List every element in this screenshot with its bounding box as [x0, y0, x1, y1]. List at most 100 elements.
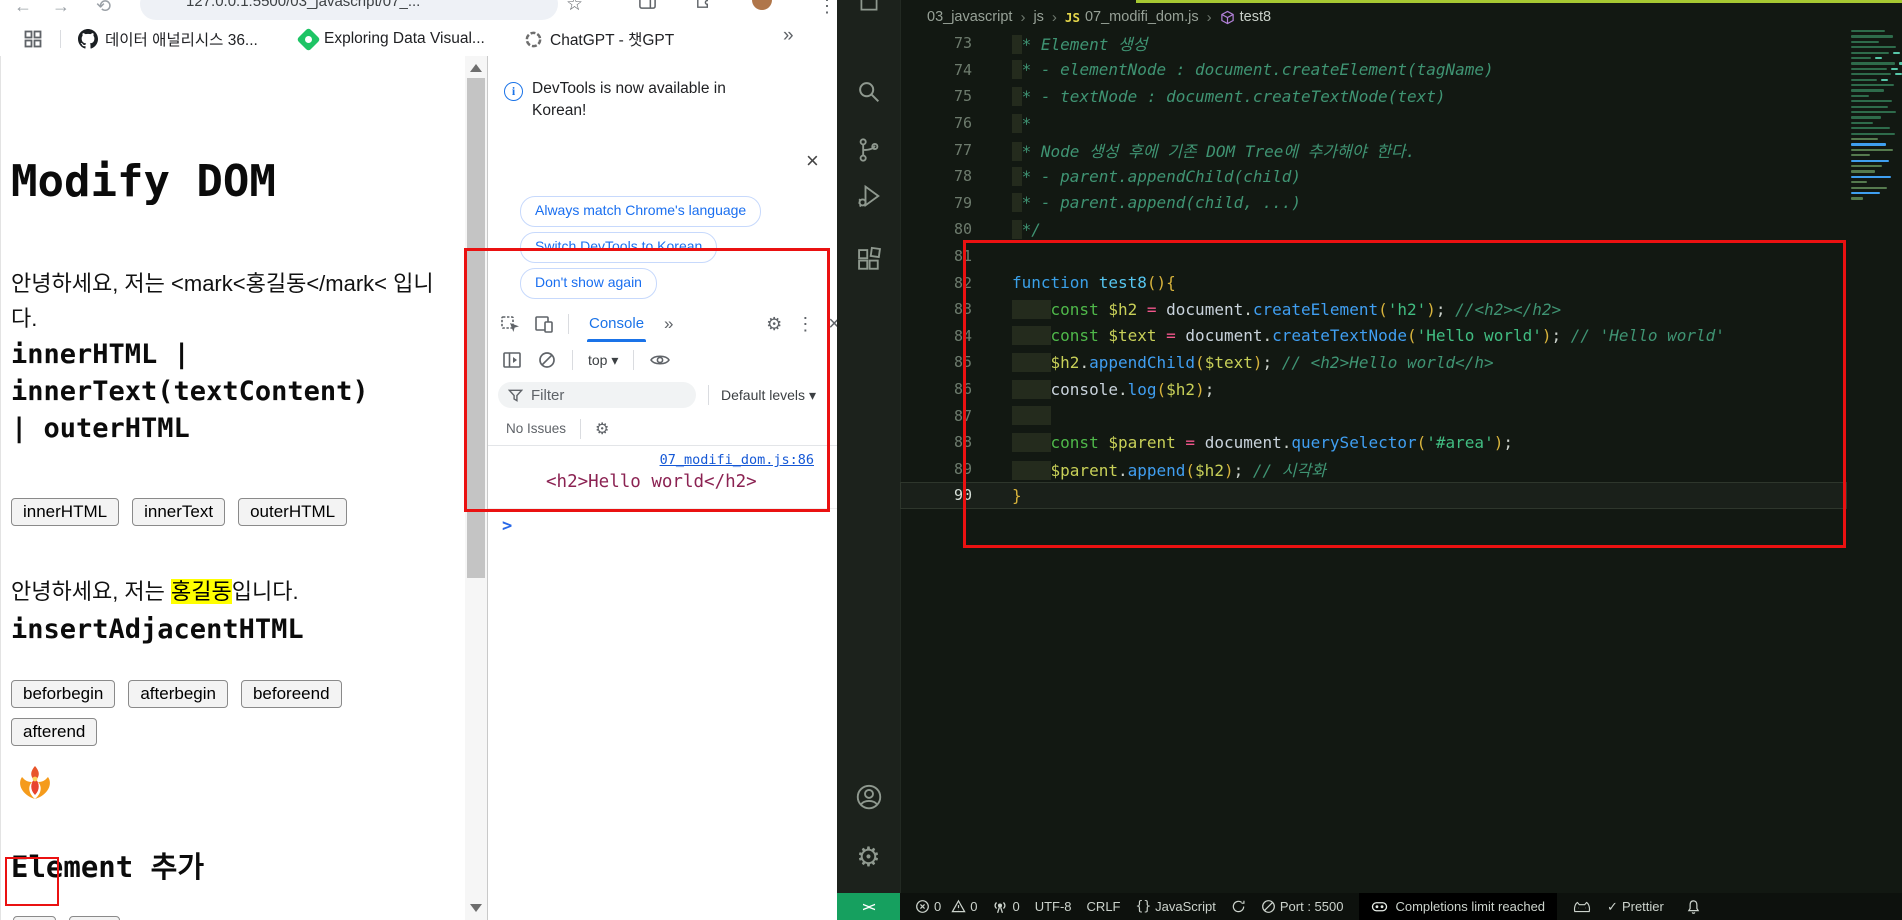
run-debug-icon[interactable]: [855, 182, 883, 210]
side-panel-icon[interactable]: [638, 0, 657, 11]
bell-icon[interactable]: [1686, 899, 1701, 915]
activity-bar: ⚙: [837, 0, 901, 893]
explorer-icon[interactable]: [856, 0, 882, 14]
minimap-line: [1851, 159, 1889, 162]
button-row-element: h2 img: [13, 916, 121, 920]
bookmark-label: ChatGPT - 챗GPT: [550, 32, 675, 49]
forward-icon[interactable]: →: [52, 0, 70, 17]
back-icon[interactable]: ←: [14, 0, 32, 17]
minimap-line: [1851, 165, 1882, 168]
bookmark-label: Exploring Data Visual...: [324, 30, 485, 47]
browser-menu-icon[interactable]: ⋮: [818, 0, 836, 17]
chevron-right-icon: ›: [1206, 8, 1212, 26]
minimap-line: [1851, 84, 1894, 87]
minimap-fleck: [1875, 57, 1882, 60]
code-line-73[interactable]: 73 * Element 생성: [900, 30, 1847, 57]
js-file-icon: JS: [1064, 9, 1080, 25]
minimap-line: [1851, 105, 1888, 108]
line-number: 79: [953, 193, 972, 212]
code-line-76[interactable]: 76 *: [900, 110, 1847, 137]
check-icon: ✓: [1607, 898, 1618, 914]
language-indicator[interactable]: {} JavaScript: [1136, 899, 1216, 914]
extensions-icon[interactable]: [855, 246, 883, 274]
beforeend-button[interactable]: beforeend: [240, 680, 342, 708]
code-line-75[interactable]: 75 * - textNode : document.createTextNod…: [900, 83, 1847, 110]
code-line-80[interactable]: 80 */: [900, 216, 1847, 243]
scroll-down-icon[interactable]: [470, 904, 482, 912]
afterbegin-button[interactable]: afterbegin: [128, 680, 228, 708]
code-line-79[interactable]: 79 * - parent.append(child, ...): [900, 190, 1847, 217]
heading-insertadjacenthtml: insertAdjacentHTML: [11, 614, 304, 645]
minimap-line: [1851, 132, 1895, 135]
scroll-up-icon[interactable]: [470, 64, 482, 72]
warning-icon: [951, 899, 966, 914]
code-line-77[interactable]: 77 * Node 생성 후에 기존 DOM Tree에 추가해야 한다.: [900, 136, 1847, 163]
img-button[interactable]: img: [68, 916, 121, 920]
source-control-icon[interactable]: [855, 136, 883, 164]
bookmark-star-icon[interactable]: ☆: [566, 0, 583, 16]
braces-icon: {}: [1135, 899, 1152, 914]
minimap-line: [1851, 100, 1892, 103]
bookmark-chatgpt[interactable]: ChatGPT - 챗GPT: [524, 22, 674, 56]
code-text: * Element 생성: [986, 31, 1147, 55]
breadcrumb-folder[interactable]: 03_javascript: [927, 9, 1012, 25]
line-number: 74: [953, 60, 972, 79]
problems-indicator[interactable]: 0 0: [915, 899, 977, 914]
address-bar[interactable]: 127.0.0.1:5500/03_javascript/07_...: [140, 0, 558, 20]
minimap-line: [1851, 57, 1871, 60]
cat-icon[interactable]: [1572, 899, 1592, 915]
apps-grid-icon[interactable]: [24, 30, 42, 48]
eol-indicator[interactable]: CRLF: [1087, 899, 1121, 914]
info-icon: i: [504, 82, 523, 101]
breadcrumb-file[interactable]: 07_modifi_dom.js: [1085, 9, 1199, 25]
h2-button[interactable]: h2: [13, 916, 56, 920]
symbol-cube-icon: [1220, 10, 1235, 25]
url-text: 127.0.0.1:5500/03_javascript/07_...: [186, 0, 421, 10]
profile-avatar[interactable]: [752, 0, 772, 10]
extensions-puzzle-icon[interactable]: [694, 0, 713, 11]
console-prompt-icon[interactable]: >: [502, 516, 512, 536]
search-icon[interactable]: [855, 78, 883, 106]
breadcrumb[interactable]: 03_javascript › js › JS 07_modifi_dom.js…: [927, 5, 1271, 29]
minimap[interactable]: [1849, 24, 1902, 884]
ports-indicator[interactable]: 0: [992, 899, 1020, 915]
account-icon[interactable]: [854, 782, 884, 812]
error-icon: [915, 899, 930, 914]
minimap-line: [1851, 197, 1863, 200]
sync-icon[interactable]: [1231, 899, 1246, 914]
beforbegin-button[interactable]: beforbegin: [11, 680, 116, 708]
code-line-78[interactable]: 78 * - parent.appendChild(child): [900, 163, 1847, 190]
innerhtml-button[interactable]: innerHTML: [11, 498, 120, 526]
afterend-button[interactable]: afterend: [11, 718, 98, 746]
line-number: 73: [953, 34, 972, 53]
copilot-status[interactable]: Completions limit reached: [1359, 893, 1558, 920]
minimap-line: [1851, 46, 1896, 49]
minimap-line: [1851, 73, 1891, 76]
match-language-button[interactable]: Always match Chrome's language: [520, 196, 762, 227]
settings-gear-icon[interactable]: ⚙: [856, 842, 880, 873]
bookmark-label: 데이터 애널리시스 36...: [105, 32, 258, 49]
code-line-74[interactable]: 74 * - elementNode : document.createElem…: [900, 57, 1847, 84]
outerhtml-button[interactable]: outerHTML: [238, 498, 348, 526]
chevron-right-icon: ›: [1051, 8, 1057, 26]
minimap-line: [1851, 192, 1880, 195]
minimap-line: [1851, 143, 1886, 146]
innertext-button[interactable]: innerText: [132, 498, 226, 526]
line-number: 76: [953, 114, 972, 133]
encoding-indicator[interactable]: UTF-8: [1035, 899, 1072, 914]
minimap-line: [1851, 181, 1867, 184]
minimap-line: [1851, 138, 1878, 141]
bookmark-exploring-data[interactable]: Exploring Data Visual...: [296, 22, 485, 56]
annotation-box-code: [963, 240, 1846, 548]
minimap-line: [1851, 67, 1887, 70]
bookmark-github[interactable]: 데이터 애널리시스 36...: [78, 22, 258, 56]
remote-indicator[interactable]: ><: [837, 893, 900, 920]
bookmarks-overflow-icon[interactable]: »: [783, 25, 794, 47]
formatter-indicator[interactable]: ✓ Prettier: [1607, 899, 1664, 915]
annotation-box-console: [464, 248, 830, 512]
port-indicator[interactable]: Port : 5500: [1261, 899, 1343, 914]
breadcrumb-subfolder[interactable]: js: [1033, 9, 1043, 25]
notice-close-icon[interactable]: ×: [806, 148, 819, 174]
breadcrumb-symbol[interactable]: test8: [1240, 9, 1271, 25]
reload-icon[interactable]: ⟲: [96, 0, 111, 17]
